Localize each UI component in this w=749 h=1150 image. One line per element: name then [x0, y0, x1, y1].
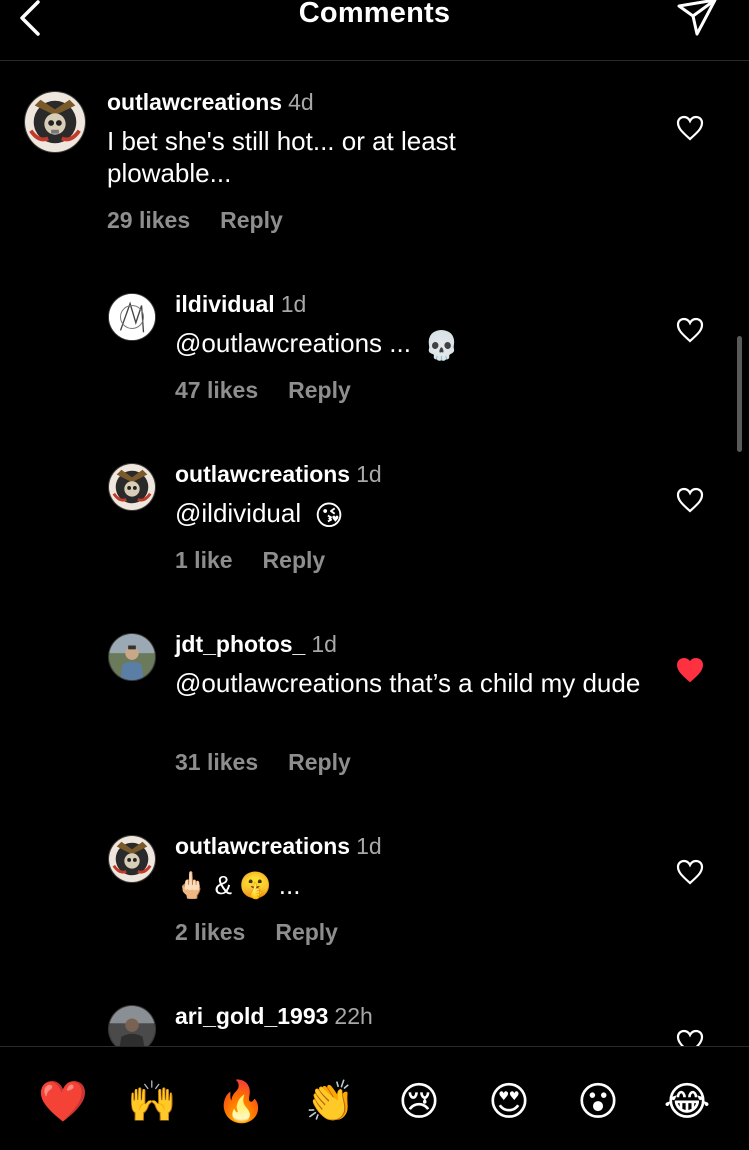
comment-meta: 29 likes Reply: [107, 207, 283, 234]
mention-link[interactable]: @ildividual: [175, 498, 301, 528]
comment-text: @ildividual 😘: [175, 497, 645, 532]
person-photo-avatar: [109, 634, 155, 680]
reply-button[interactable]: Reply: [220, 207, 283, 233]
avatar[interactable]: [108, 1005, 156, 1046]
comment-username[interactable]: outlawcreations: [175, 461, 350, 487]
like-count[interactable]: 31 likes: [175, 749, 258, 775]
comment-header: ari_gold_1993 22h: [175, 1003, 373, 1030]
comment-username[interactable]: jdt_photos_: [175, 631, 305, 657]
comment-time: 1d: [356, 833, 382, 859]
heart-outline-icon[interactable]: [676, 1029, 704, 1046]
clapping-emoji-button[interactable]: 👏: [305, 1077, 355, 1127]
raising-hands-emoji-button[interactable]: 🙌: [127, 1077, 177, 1127]
reply-button[interactable]: Reply: [288, 377, 351, 403]
comment-text: @outlawcreations ... 💀: [175, 327, 645, 362]
avatar[interactable]: [108, 633, 156, 681]
fire-emoji-button[interactable]: 🔥: [216, 1077, 266, 1127]
heart-outline-icon[interactable]: [676, 115, 704, 141]
comment-header: ildividual 1d: [175, 291, 306, 318]
heart-filled-icon[interactable]: [676, 657, 704, 683]
avatar[interactable]: [108, 463, 156, 511]
scrollbar[interactable]: [737, 336, 742, 452]
crying-emoji-button[interactable]: 😢: [394, 1077, 444, 1127]
like-count[interactable]: 29 likes: [107, 207, 190, 233]
emoji-reaction-bar: ❤️ 🙌 🔥 👏 😢 😍 😮 😂: [0, 1046, 749, 1150]
comment-time: 22h: [334, 1003, 373, 1029]
mention-link[interactable]: @outlawcreations: [175, 668, 382, 698]
reply-button[interactable]: Reply: [288, 749, 351, 775]
heart-eyes-emoji-button[interactable]: 😍: [484, 1077, 534, 1127]
comment-username[interactable]: outlawcreations: [107, 89, 282, 115]
page-title: Comments: [298, 0, 451, 29]
share-button[interactable]: [675, 0, 719, 40]
comment-time: 1d: [356, 461, 382, 487]
laughing-emoji-button[interactable]: 😂: [662, 1077, 712, 1127]
like-count[interactable]: 47 likes: [175, 377, 258, 403]
comment-header: jdt_photos_ 1d: [175, 631, 337, 658]
avatar[interactable]: [24, 91, 86, 153]
heart-outline-icon[interactable]: [676, 487, 704, 513]
like-count[interactable]: 1 like: [175, 547, 233, 573]
comment-text: I bet she's still hot... or at least plo…: [107, 126, 456, 188]
comment-text: 🖕🏻 & 🤫 ...: [175, 870, 301, 900]
mention-link[interactable]: @outlawcreations: [175, 328, 382, 358]
comment-body: [301, 498, 308, 528]
skull-logo-avatar: [109, 464, 155, 510]
surprised-emoji-button[interactable]: 😮: [573, 1077, 623, 1127]
paper-plane-icon: [677, 0, 717, 36]
comment-meta: 2 likes Reply: [175, 919, 338, 946]
reply-button[interactable]: Reply: [275, 919, 338, 945]
comment-time: 1d: [311, 631, 337, 657]
reply-button[interactable]: Reply: [263, 547, 326, 573]
like-count[interactable]: 2 likes: [175, 919, 245, 945]
comments-list[interactable]: outlawcreations 4d I bet she's still hot.…: [0, 61, 749, 1046]
kiss-emoji: 😘: [314, 500, 344, 531]
sketch-avatar: [109, 294, 155, 340]
comment-time: 4d: [288, 89, 314, 115]
comment-username[interactable]: ildividual: [175, 291, 275, 317]
skull-logo-avatar: [109, 836, 155, 882]
comment-text: @outlawcreations that’s a child my dude: [175, 667, 645, 699]
comment-time: 1d: [280, 291, 307, 317]
heart-emoji-button[interactable]: ❤️: [38, 1077, 88, 1127]
comment-username[interactable]: outlawcreations: [175, 833, 350, 859]
person-photo-avatar: [109, 1006, 155, 1046]
skull-emoji: 💀: [424, 330, 460, 361]
comment-header: outlawcreations 4d: [107, 89, 314, 116]
comment-body: that’s a child my dude: [382, 668, 641, 698]
avatar[interactable]: [108, 293, 156, 341]
comment-meta: 47 likes Reply: [175, 377, 351, 404]
comment-username[interactable]: ari_gold_1993: [175, 1003, 328, 1029]
avatar[interactable]: [108, 835, 156, 883]
comment-meta: 31 likes Reply: [175, 749, 351, 776]
header-bar: Comments: [0, 0, 749, 61]
skull-logo-avatar: [25, 92, 85, 152]
comment-header: outlawcreations 1d: [175, 461, 382, 488]
comment-header: outlawcreations 1d: [175, 833, 382, 860]
heart-outline-icon[interactable]: [676, 317, 704, 343]
comment-body: ...: [382, 328, 419, 358]
comment-meta: 1 like Reply: [175, 547, 325, 574]
heart-outline-icon[interactable]: [676, 859, 704, 885]
